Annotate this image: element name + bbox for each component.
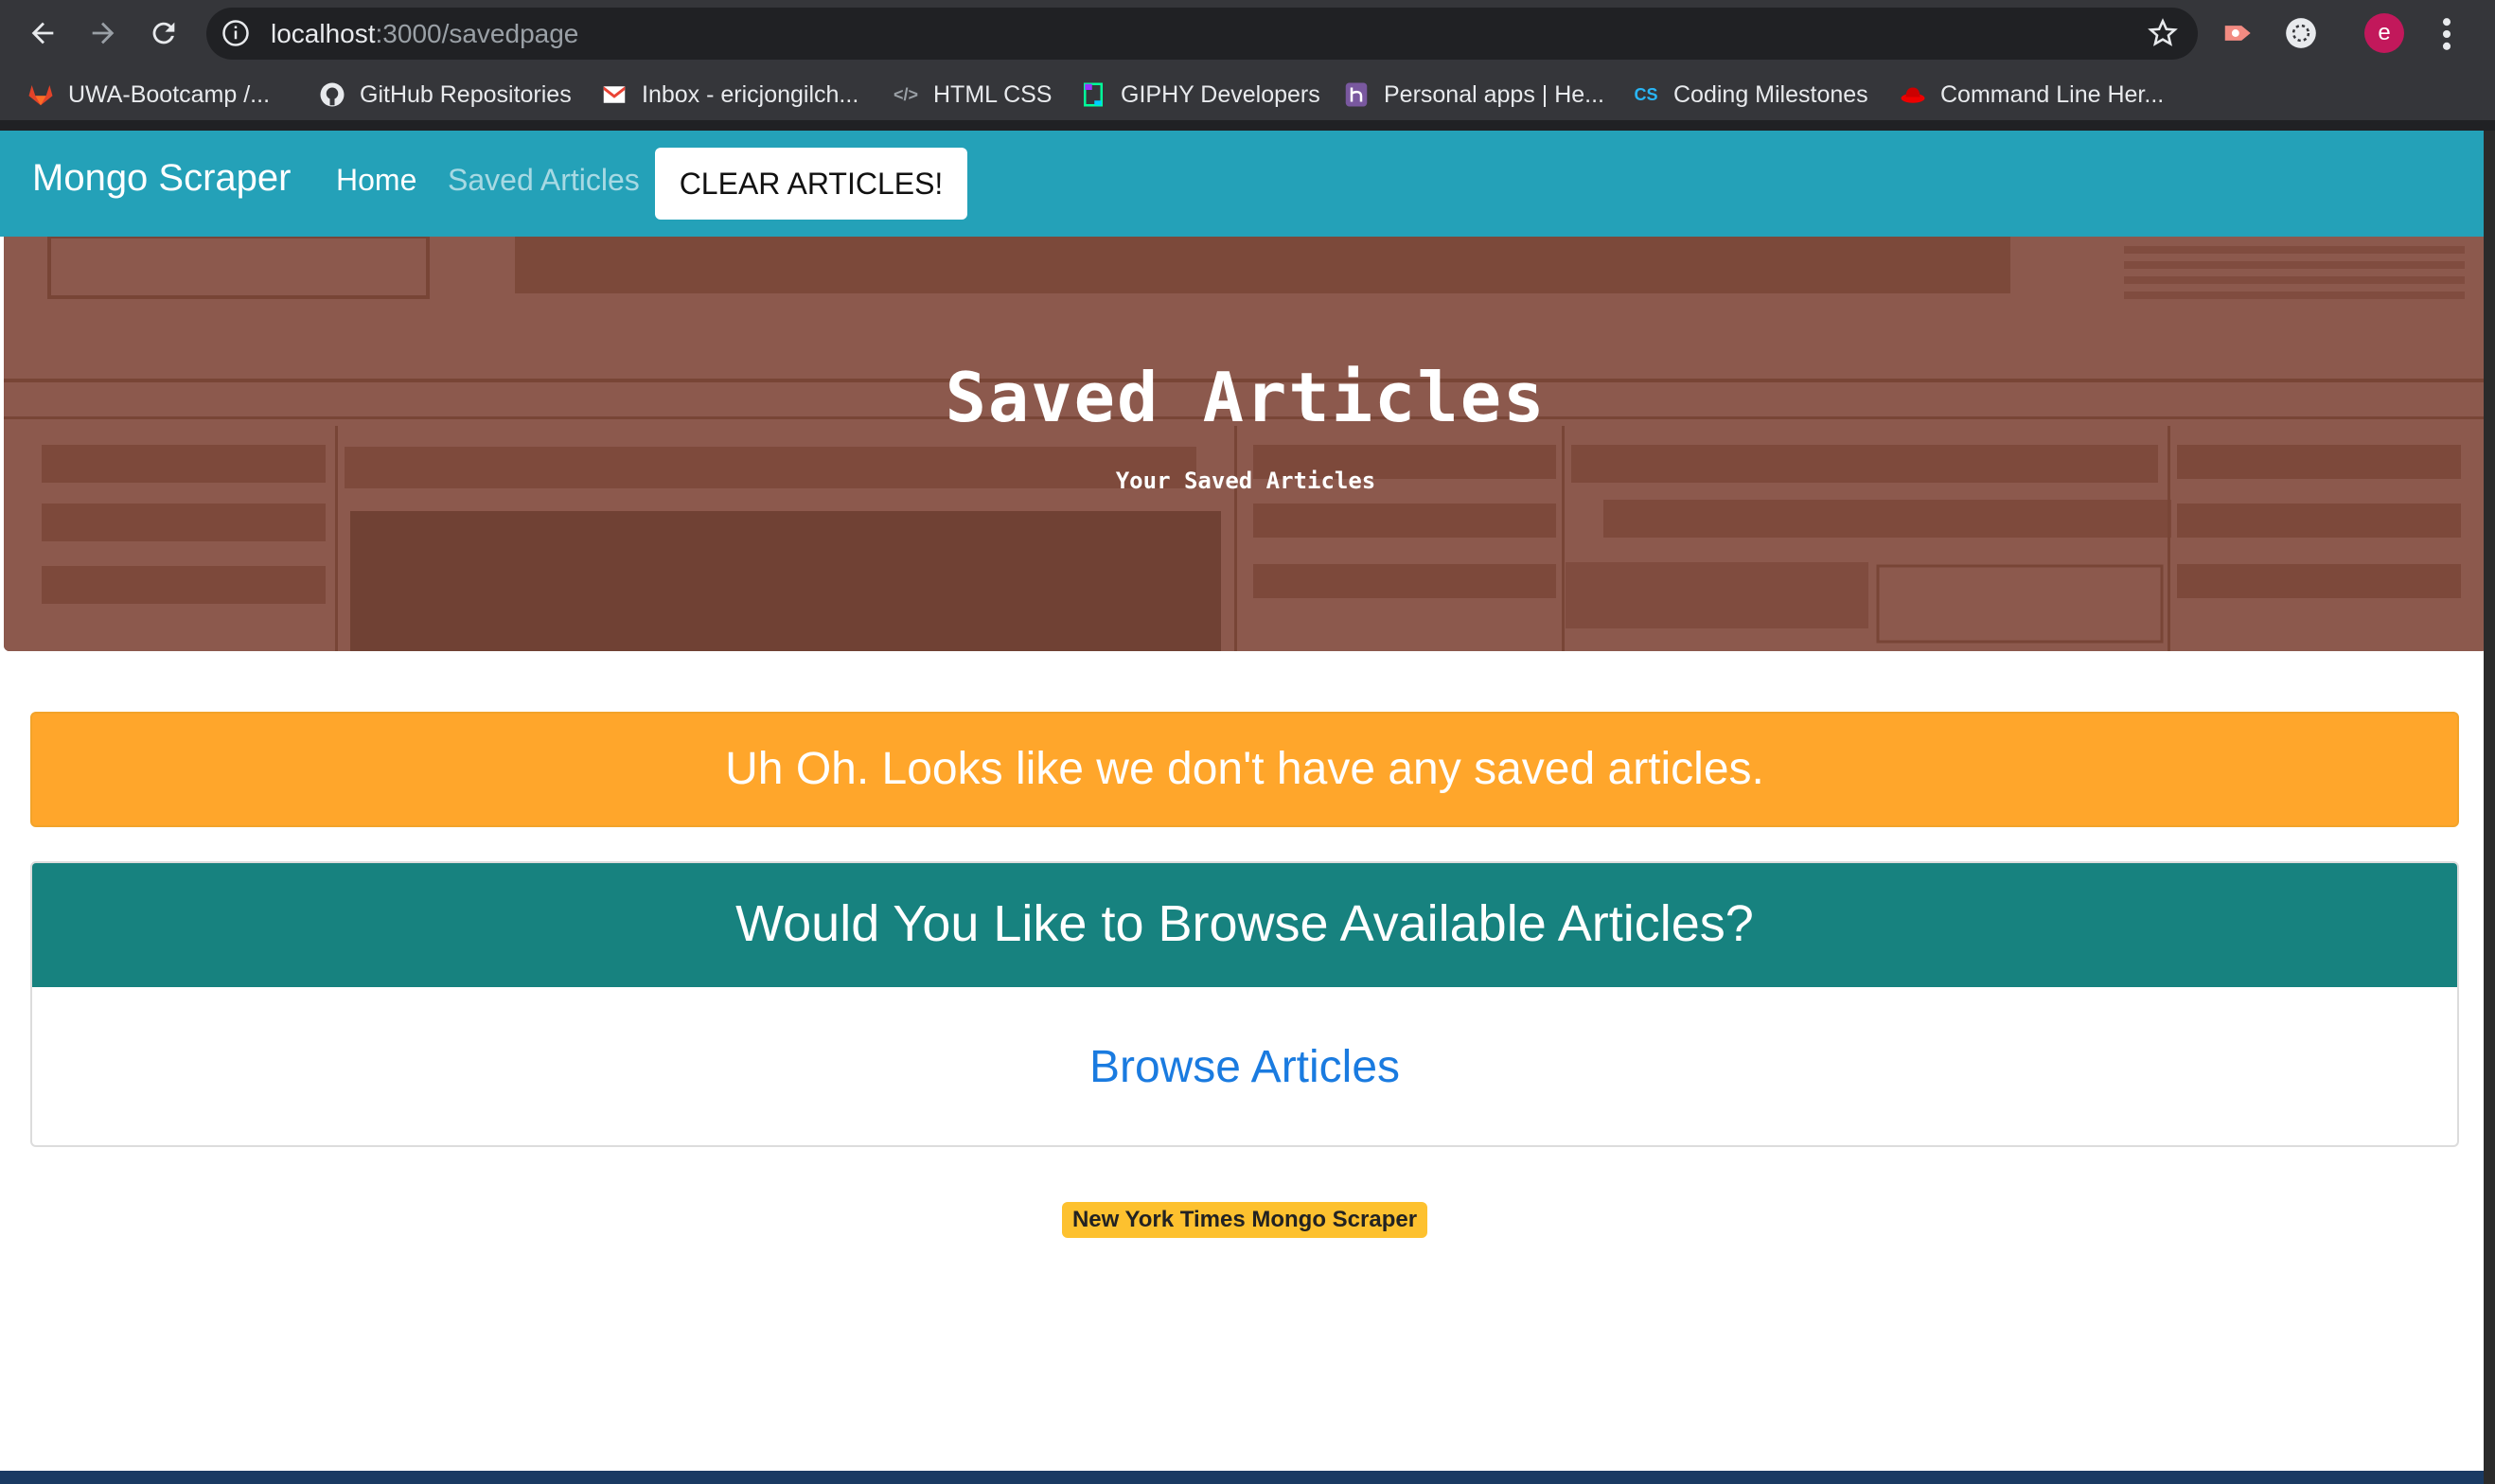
clear-articles-button[interactable]: CLEAR ARTICLES! [655, 148, 967, 220]
bookmark-label: Inbox - ericjongilch... [642, 80, 859, 108]
reload-icon [152, 22, 175, 44]
back-arrow-icon [31, 22, 54, 44]
bookmark-label: GitHub Repositories [360, 80, 572, 108]
jumbotron-overlay [4, 237, 2484, 651]
page-viewport: Mongo Scraper Home Saved Articles CLEAR … [0, 131, 2484, 1471]
url-text: localhost:3000/savedpage [271, 8, 578, 60]
bookmark-item[interactable]: GitHub Repositories [318, 79, 572, 111]
browse-articles-card: Would You Like to Browse Available Artic… [30, 861, 2459, 1147]
github-icon [318, 80, 346, 109]
nav-link-home[interactable]: Home [336, 163, 416, 198]
bookmark-item[interactable]: Inbox - ericjongilch... [600, 79, 858, 111]
redhat-icon [1899, 80, 1927, 109]
browser-toolbar: localhost:3000/savedpage e [0, 0, 2495, 67]
url-host: localhost [271, 19, 376, 48]
page-subtitle: Your Saved Articles [1115, 468, 1376, 494]
page-title: Saved Articles [945, 358, 1547, 437]
forward-button[interactable] [81, 11, 125, 55]
footer-badge: New York Times Mongo Scraper [1062, 1202, 1427, 1238]
bookmark-item[interactable]: </> HTML CSS [892, 79, 1053, 111]
extension-record-icon[interactable] [2221, 15, 2256, 51]
back-button[interactable] [21, 11, 64, 55]
cs-icon: CS [1634, 84, 1658, 104]
no-saved-articles-alert: Uh Oh. Looks like we don't have any save… [30, 712, 2459, 827]
bookmark-label: Coding Milestones [1673, 80, 1868, 108]
bookmark-item[interactable]: GIPHY Developers [1079, 79, 1320, 111]
bookmark-item[interactable]: CS Coding Milestones [1632, 79, 1868, 111]
heroku-icon [1342, 80, 1371, 109]
bookmark-label: GIPHY Developers [1121, 80, 1320, 108]
profile-avatar[interactable]: e [2364, 13, 2404, 53]
bookmark-label: Command Line Her... [1940, 80, 2165, 108]
bookmark-item[interactable]: UWA-Bootcamp /... [27, 79, 270, 111]
address-bar[interactable]: localhost:3000/savedpage [206, 8, 2198, 60]
bookmark-label: UWA-Bootcamp /... [68, 80, 271, 108]
url-path: :3000/savedpage [375, 19, 579, 48]
extension-globe-icon[interactable] [2283, 15, 2319, 51]
jumbotron: Saved Articles Your Saved Articles [4, 237, 2484, 651]
bookmark-label: Personal apps | He... [1384, 80, 1605, 108]
browse-articles-link[interactable]: Browse Articles [32, 987, 2457, 1147]
gmail-icon [600, 80, 628, 109]
reload-button[interactable] [142, 11, 186, 55]
bookmark-label: HTML CSS [933, 80, 1053, 108]
browse-card-header: Would You Like to Browse Available Artic… [32, 863, 2457, 987]
bottom-status-strip [0, 1471, 2484, 1484]
giphy-icon [1079, 80, 1107, 109]
nav-link-saved-articles[interactable]: Saved Articles [448, 163, 640, 198]
info-icon[interactable] [221, 19, 250, 47]
bookmark-item[interactable]: Personal apps | He... [1342, 79, 1604, 111]
bookmark-item[interactable]: Command Line Her... [1899, 79, 2164, 111]
bookmarks-bar: UWA-Bootcamp /... GitHub Repositories In… [0, 67, 2495, 121]
navbar-brand[interactable]: Mongo Scraper [32, 157, 291, 200]
gitlab-icon [27, 80, 55, 109]
bookmark-star-icon[interactable] [2147, 17, 2179, 49]
code-icon: </> [893, 84, 919, 104]
site-navbar: Mongo Scraper Home Saved Articles CLEAR … [0, 131, 2484, 237]
forward-arrow-icon [92, 22, 115, 44]
page-scrollbar[interactable] [2484, 131, 2495, 1484]
browser-menu-icon[interactable] [2433, 13, 2461, 55]
